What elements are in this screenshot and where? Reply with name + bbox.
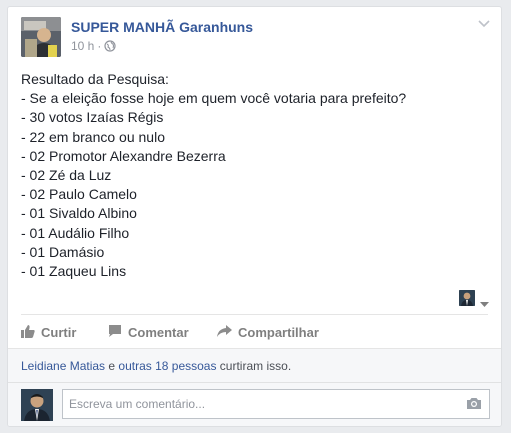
post-card: SUPER MANHÃ Garanhuns 10 h · Resultado da… (7, 6, 502, 427)
post-timestamp[interactable]: 10 h (71, 39, 94, 53)
comment-input[interactable] (63, 390, 465, 418)
comment-button[interactable]: Comentar (108, 317, 189, 347)
likes-suffix: curtiram isso. (216, 359, 292, 373)
share-button[interactable]: Compartilhar (217, 317, 319, 347)
post-line: - Se a eleição fosse hoje em quem você v… (21, 90, 407, 107)
page-avatar[interactable] (21, 17, 61, 57)
comment-box (62, 389, 490, 419)
divider (21, 314, 488, 315)
post-as-avatar (459, 290, 475, 306)
post-line: - 01 Zaqueu Lins (21, 263, 127, 280)
thumbs-up-icon (21, 324, 41, 341)
globe-icon[interactable] (104, 40, 116, 55)
post-body: Resultado da Pesquisa: - Se a eleição fo… (21, 70, 491, 281)
post-line: - 01 Audálio Filho (21, 224, 130, 241)
like-button[interactable]: Curtir (21, 317, 76, 347)
like-label: Curtir (41, 324, 77, 340)
post-line: - 30 votos Izaías Régis (21, 109, 164, 126)
post-line: - 02 Promotor Alexandre Bezerra (21, 147, 226, 164)
camera-icon[interactable] (466, 397, 482, 415)
liker-link[interactable]: Leidiane Matias (21, 359, 105, 373)
chevron-down-icon[interactable] (477, 17, 491, 31)
share-arrow-icon (217, 324, 238, 341)
post-actions: Curtir Comentar Compartilhar (21, 317, 491, 347)
post-line: - 22 em branco ou nulo (21, 128, 165, 145)
post-as-selector[interactable] (459, 290, 489, 307)
post-meta: 10 h · (71, 39, 116, 55)
comment-label: Comentar (128, 324, 189, 340)
post-line: - 02 Paulo Camelo (21, 186, 137, 203)
avatar[interactable] (21, 389, 53, 421)
post-header: SUPER MANHÃ Garanhuns 10 h · (21, 17, 491, 61)
other-likers-link[interactable]: outras 18 pessoas (118, 359, 216, 373)
meta-separator: · (97, 39, 102, 53)
caret-down-icon[interactable] (480, 295, 489, 313)
page-name[interactable]: SUPER MANHÃ Garanhuns (71, 19, 253, 35)
likes-conjunction: e (105, 359, 119, 373)
post-line: - 01 Sivaldo Albino (21, 205, 137, 222)
reactions-summary: Leidiane Matias e outras 18 pessoas curt… (8, 348, 501, 383)
post-line: Resultado da Pesquisa: (21, 71, 169, 87)
post-line: - 01 Damásio (21, 243, 105, 260)
post-line: - 02 Zé da Luz (21, 167, 112, 184)
comment-composer (8, 382, 501, 426)
likes-text: Leidiane Matias e outras 18 pessoas curt… (21, 359, 291, 373)
speech-bubble-icon (108, 324, 128, 341)
share-label: Compartilhar (238, 324, 319, 340)
